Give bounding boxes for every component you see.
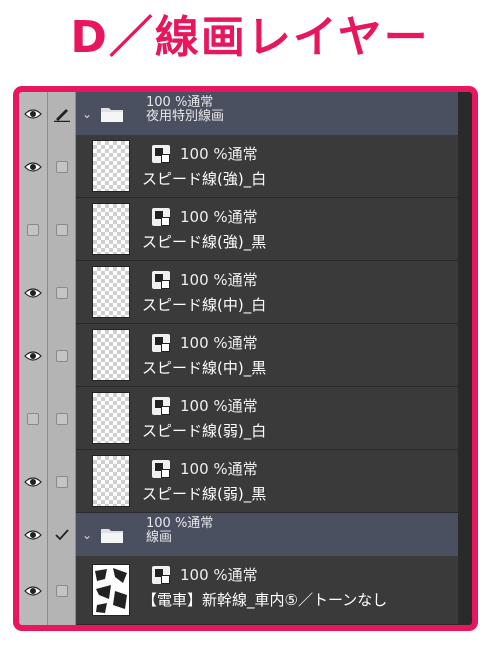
- eye-icon: [24, 108, 42, 119]
- blend-mode: 100 %通常: [180, 397, 258, 415]
- folder-text: 100 %通常 線画: [146, 517, 213, 545]
- blend-mode: 100 %通常: [180, 208, 258, 226]
- blend-mode: 100 %通常: [180, 271, 258, 289]
- folder-icon: [101, 107, 123, 122]
- folder-text: 100 %通常 夜用特別線画: [146, 96, 224, 124]
- raster-layer-icon: [152, 397, 170, 415]
- raster-layer-icon: [152, 145, 170, 163]
- checkbox-empty-icon: [27, 223, 39, 236]
- layer-panel: ⌄ 100 %通常 夜用特別線画 100 %通常 スピード線(強)_白 100 …: [19, 92, 472, 625]
- blend-mode: 100 %通常: [146, 516, 214, 531]
- edit-toggle[interactable]: [48, 324, 75, 387]
- layer-name: スピード線(弱)_白: [142, 422, 267, 440]
- edit-toggle[interactable]: [48, 261, 75, 324]
- visibility-toggle[interactable]: [19, 135, 47, 198]
- folder-icon: [101, 528, 123, 543]
- layer-content: 100 %通常 スピード線(弱)_白: [76, 387, 458, 450]
- visibility-toggle[interactable]: [19, 387, 47, 450]
- layer-row[interactable]: 100 %通常 スピード線(中)_黒: [19, 324, 458, 387]
- layer-row[interactable]: 100 %通常 スピード線(弱)_白: [19, 387, 458, 450]
- layer-thumbnail: [92, 140, 130, 192]
- checkbox-empty-icon: [55, 223, 68, 236]
- checkbox-empty-icon: [27, 412, 39, 425]
- line-art-thumbnail-icon: [95, 568, 127, 613]
- visibility-toggle[interactable]: [19, 324, 47, 387]
- folder-row[interactable]: ⌄ 100 %通常 線画: [76, 513, 458, 556]
- layer-name: スピード線(強)_白: [142, 170, 267, 188]
- layer-name: スピード線(中)_白: [142, 296, 267, 314]
- layer-content: 100 %通常 スピード線(弱)_黒: [76, 450, 458, 513]
- chevron-down-icon[interactable]: ⌄: [82, 528, 92, 542]
- folder-name: 夜用特別線画: [146, 109, 225, 124]
- layer-row[interactable]: 100 %通常 スピード線(強)_白: [19, 135, 458, 198]
- checkbox-empty-icon: [55, 286, 68, 299]
- visibility-toggle[interactable]: [19, 92, 47, 135]
- raster-layer-icon: [152, 566, 170, 584]
- blend-mode: 100 %通常: [180, 460, 258, 478]
- raster-layer-icon: [152, 460, 170, 478]
- blend-mode: 100 %通常: [180, 566, 258, 584]
- visibility-toggle[interactable]: [19, 450, 47, 513]
- raster-layer-icon: [152, 208, 170, 226]
- checkbox-empty-icon: [55, 349, 68, 362]
- layer-row[interactable]: 100 %通常 スピード線(弱)_黒: [19, 450, 458, 513]
- visibility-toggle[interactable]: [19, 261, 47, 324]
- eye-icon: [24, 529, 42, 540]
- checkmark-icon: [54, 528, 69, 540]
- folder-row[interactable]: ⌄ 100 %通常 夜用特別線画: [76, 92, 458, 135]
- checkbox-empty-icon: [55, 475, 68, 488]
- edit-toggle[interactable]: [48, 135, 75, 198]
- layer-content: 100 %通常 【電車】新幹線_車内⑤／トーンなし: [76, 556, 458, 625]
- eye-icon: [24, 287, 42, 298]
- layer-thumbnail: [92, 564, 130, 616]
- raster-layer-icon: [152, 271, 170, 289]
- blend-mode: 100 %通常: [146, 95, 214, 110]
- edit-toggle[interactable]: [48, 513, 75, 556]
- layer-folder[interactable]: ⌄ 100 %通常 夜用特別線画: [19, 92, 458, 135]
- eye-icon: [24, 161, 42, 172]
- folder-name: 線画: [146, 530, 173, 545]
- layer-content: 100 %通常 スピード線(中)_白: [76, 261, 458, 324]
- layer-row[interactable]: 100 %通常 スピード線(強)_黒: [19, 198, 458, 261]
- blend-mode: 100 %通常: [180, 145, 258, 163]
- layer-name: スピード線(強)_黒: [142, 233, 267, 251]
- layer-row[interactable]: 100 %通常 【電車】新幹線_車内⑤／トーンなし: [19, 556, 458, 625]
- blend-mode: 100 %通常: [180, 334, 258, 352]
- layer-name: スピード線(弱)_黒: [142, 485, 267, 503]
- layer-thumbnail: [92, 392, 130, 444]
- eye-icon: [24, 476, 42, 487]
- layer-row[interactable]: 100 %通常 スピード線(中)_白: [19, 261, 458, 324]
- eye-icon: [24, 350, 42, 361]
- eye-icon: [24, 585, 42, 596]
- layer-content: 100 %通常 スピード線(中)_黒: [76, 324, 458, 387]
- visibility-toggle[interactable]: [19, 198, 47, 261]
- layer-content: 100 %通常 スピード線(強)_白: [76, 135, 458, 198]
- layer-thumbnail: [92, 266, 130, 318]
- layer-name: スピード線(中)_黒: [142, 359, 267, 377]
- visibility-toggle[interactable]: [19, 513, 47, 556]
- edit-toggle[interactable]: [48, 387, 75, 450]
- chevron-down-icon[interactable]: ⌄: [82, 107, 92, 121]
- visibility-toggle[interactable]: [19, 556, 47, 625]
- raster-layer-icon: [152, 334, 170, 352]
- layer-folder[interactable]: ⌄ 100 %通常 線画: [19, 513, 458, 556]
- edit-toggle[interactable]: [48, 450, 75, 513]
- layer-thumbnail: [92, 203, 130, 255]
- edit-toggle[interactable]: [48, 198, 75, 261]
- layer-thumbnail: [92, 455, 130, 507]
- layer-thumbnail: [92, 329, 130, 381]
- page-title: D／線画レイヤー: [70, 12, 430, 63]
- layer-name: 【電車】新幹線_車内⑤／トーンなし: [142, 591, 388, 609]
- checkbox-empty-icon: [55, 160, 68, 173]
- layer-panel-frame: ⌄ 100 %通常 夜用特別線画 100 %通常 スピード線(強)_白 100 …: [13, 86, 478, 631]
- edit-toggle[interactable]: [48, 92, 75, 135]
- checkbox-empty-icon: [55, 584, 68, 597]
- checkbox-empty-icon: [55, 412, 68, 425]
- pencil-icon: [53, 108, 70, 122]
- layer-content: 100 %通常 スピード線(強)_黒: [76, 198, 458, 261]
- edit-toggle[interactable]: [48, 556, 75, 625]
